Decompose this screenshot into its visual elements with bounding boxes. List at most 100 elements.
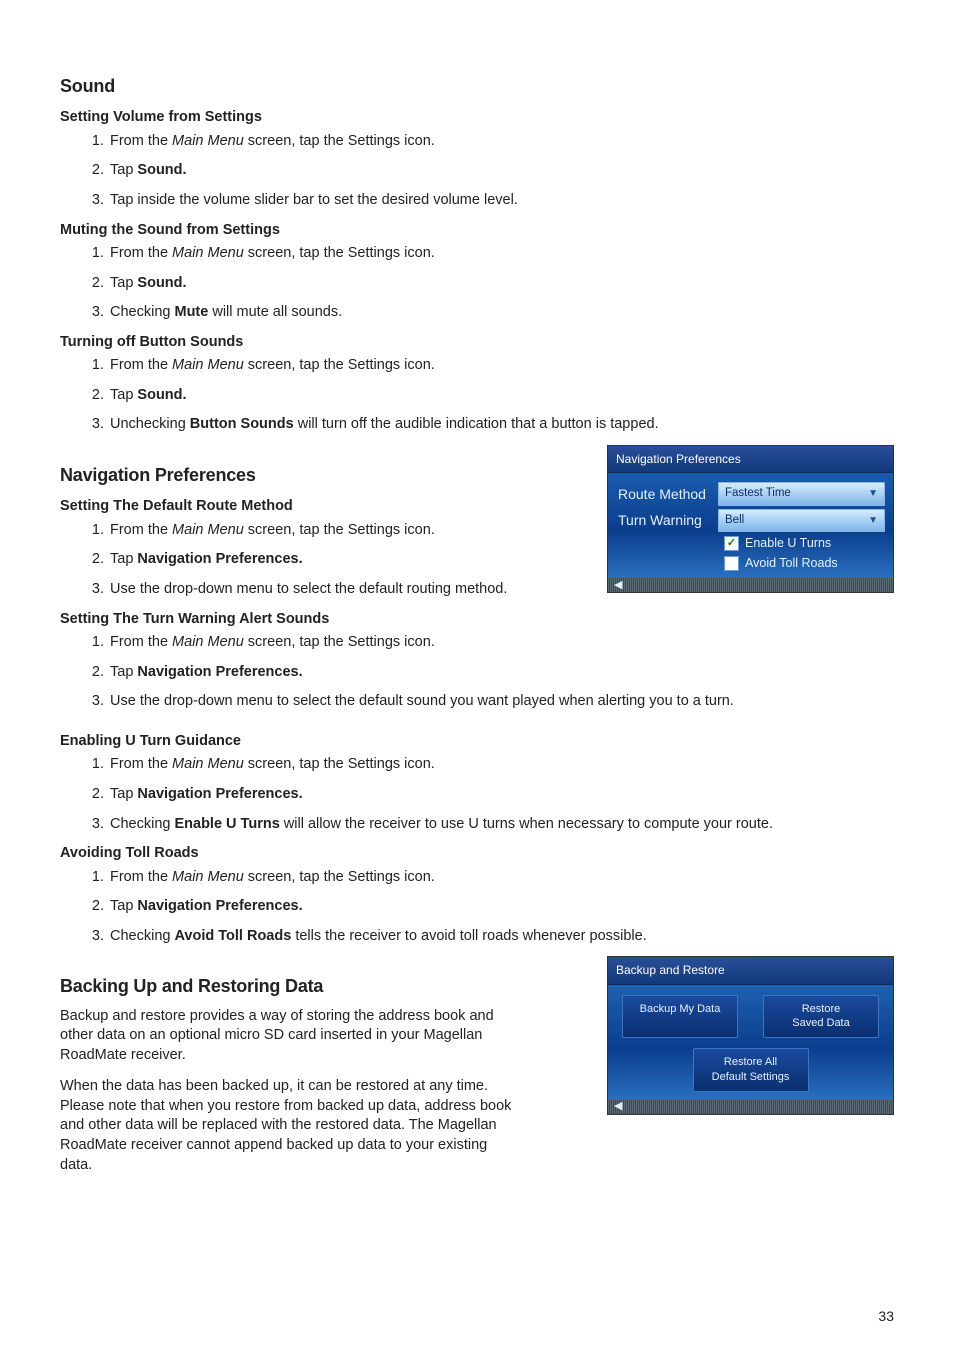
list-item: From the Main Menu screen, tap the Setti…: [108, 633, 894, 653]
text: Tap: [110, 786, 137, 802]
text: Tap: [110, 898, 137, 914]
list-item: Checking Enable U Turns will allow the r…: [108, 815, 894, 835]
text: will mute all sounds.: [208, 304, 342, 320]
text-emphasis: Main Menu: [172, 756, 244, 772]
text-strong: Sound.: [137, 162, 186, 178]
text: Unchecking: [110, 416, 190, 432]
chevron-down-icon: ▼: [868, 514, 878, 528]
enable-uturns-label: Enable U Turns: [745, 535, 831, 552]
avoid-toll-checkbox[interactable]: [724, 556, 739, 571]
text: screen, tap the Settings icon.: [244, 357, 435, 373]
restore-saved-data-button[interactable]: Restore Saved Data: [763, 995, 879, 1039]
text-strong: Navigation Preferences.: [137, 664, 302, 680]
text: Tap: [110, 162, 137, 178]
backup-my-data-button[interactable]: Backup My Data: [622, 995, 738, 1039]
list-item: Tap Sound.: [108, 274, 894, 294]
list-item: Unchecking Button Sounds will turn off t…: [108, 415, 894, 435]
text: will turn off the audible indication tha…: [294, 416, 659, 432]
subheading: Enabling U Turn Guidance: [60, 732, 894, 752]
text: tells the receiver to avoid toll roads w…: [291, 928, 646, 944]
turn-warning-select[interactable]: Bell ▼: [718, 509, 885, 533]
text: Tap: [110, 387, 137, 403]
text-strong: Navigation Preferences.: [137, 551, 302, 567]
list-item: Tap Sound.: [108, 161, 894, 181]
ordered-steps: From the Main Menu screen, tap the Setti…: [88, 633, 894, 712]
ordered-steps: From the Main Menu screen, tap the Setti…: [88, 755, 894, 834]
list-item: Use the drop-down menu to select the def…: [108, 580, 568, 600]
figure-navigation-preferences: Navigation Preferences Route Method Fast…: [607, 445, 894, 593]
paragraph: When the data has been backed up, it can…: [60, 1077, 520, 1175]
text: screen, tap the Settings icon.: [244, 522, 435, 538]
text: screen, tap the Settings icon.: [244, 869, 435, 885]
text: will allow the receiver to use U turns w…: [280, 816, 773, 832]
text-strong: Sound.: [137, 387, 186, 403]
text: screen, tap the Settings icon.: [244, 133, 435, 149]
enable-uturns-checkbox[interactable]: ✓: [724, 536, 739, 551]
button-line: Restore All: [702, 1055, 800, 1070]
page-number: 33: [60, 1307, 894, 1326]
text-emphasis: Main Menu: [172, 133, 244, 149]
text: screen, tap the Settings icon.: [244, 245, 435, 261]
text-emphasis: Main Menu: [172, 869, 244, 885]
ordered-steps: From the Main Menu screen, tap the Setti…: [88, 868, 894, 947]
avoid-toll-label: Avoid Toll Roads: [745, 555, 838, 572]
subheading: Avoiding Toll Roads: [60, 844, 894, 864]
route-method-select[interactable]: Fastest Time ▼: [718, 482, 885, 506]
text-emphasis: Main Menu: [172, 522, 244, 538]
text: From the: [110, 133, 172, 149]
text: From the: [110, 634, 172, 650]
text: Checking: [110, 928, 174, 944]
text-strong: Avoid Toll Roads: [174, 928, 291, 944]
text: screen, tap the Settings icon.: [244, 634, 435, 650]
text: From the: [110, 756, 172, 772]
list-item: From the Main Menu screen, tap the Setti…: [108, 356, 894, 376]
ordered-steps: From the Main Menu screen, tap the Setti…: [88, 521, 568, 600]
text-emphasis: Main Menu: [172, 357, 244, 373]
list-item: From the Main Menu screen, tap the Setti…: [108, 521, 568, 541]
text: From the: [110, 869, 172, 885]
list-item: Tap Navigation Preferences.: [108, 785, 894, 805]
figure-title: Navigation Preferences: [608, 446, 893, 473]
subheading: Setting The Turn Warning Alert Sounds: [60, 610, 894, 630]
text: From the: [110, 357, 172, 373]
list-item: Checking Avoid Toll Roads tells the rece…: [108, 927, 894, 947]
text: Checking: [110, 304, 174, 320]
subheading: Setting Volume from Settings: [60, 108, 894, 128]
restore-defaults-button[interactable]: Restore All Default Settings: [693, 1048, 809, 1092]
route-method-label: Route Method: [618, 485, 718, 504]
turn-warning-label: Turn Warning: [618, 511, 718, 530]
back-icon[interactable]: ◀: [614, 578, 622, 593]
list-item: From the Main Menu screen, tap the Setti…: [108, 868, 894, 888]
text: screen, tap the Settings icon.: [244, 756, 435, 772]
paragraph: Backup and restore provides a way of sto…: [60, 1007, 520, 1066]
list-item: Tap Navigation Preferences.: [108, 550, 568, 570]
list-item: Tap inside the volume slider bar to set …: [108, 191, 894, 211]
list-item: Tap Navigation Preferences.: [108, 663, 894, 683]
text-strong: Button Sounds: [190, 416, 294, 432]
text: Tap: [110, 275, 137, 291]
list-item: From the Main Menu screen, tap the Setti…: [108, 244, 894, 264]
route-method-value: Fastest Time: [725, 486, 791, 502]
subheading: Muting the Sound from Settings: [60, 221, 894, 241]
figure-backup-restore: Backup and Restore Backup My Data Restor…: [607, 956, 894, 1115]
back-icon[interactable]: ◀: [614, 1099, 622, 1114]
text-emphasis: Main Menu: [172, 245, 244, 261]
list-item: Use the drop-down menu to select the def…: [108, 692, 894, 712]
text: Tap: [110, 551, 137, 567]
text: Checking: [110, 816, 174, 832]
button-line: Restore: [772, 1002, 870, 1017]
text-strong: Mute: [174, 304, 208, 320]
list-item: Tap Navigation Preferences.: [108, 897, 894, 917]
text: Tap: [110, 664, 137, 680]
text-strong: Navigation Preferences.: [137, 786, 302, 802]
turn-warning-value: Bell: [725, 513, 744, 529]
list-item: From the Main Menu screen, tap the Setti…: [108, 755, 894, 775]
button-line: Saved Data: [772, 1016, 870, 1031]
text-strong: Enable U Turns: [174, 816, 279, 832]
text-emphasis: Main Menu: [172, 634, 244, 650]
button-line: Default Settings: [702, 1070, 800, 1085]
chevron-down-icon: ▼: [868, 487, 878, 501]
figure-title: Backup and Restore: [608, 957, 893, 984]
subheading: Turning off Button Sounds: [60, 333, 894, 353]
section-heading-sound: Sound: [60, 74, 894, 98]
